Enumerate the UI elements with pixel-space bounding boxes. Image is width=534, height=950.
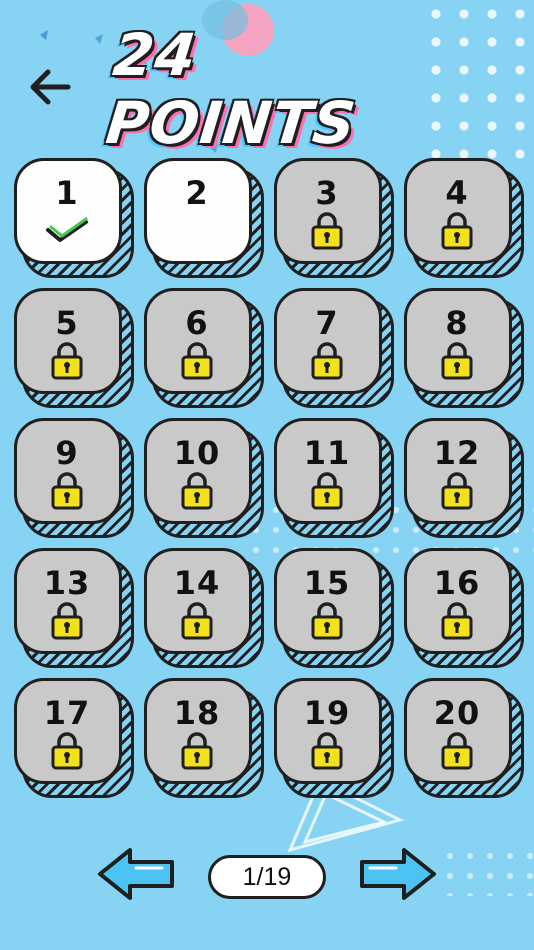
level-tile-4[interactable]: 4 <box>404 158 524 278</box>
back-arrow-icon[interactable] <box>24 62 84 112</box>
lock-icon <box>181 732 213 770</box>
level-tile-12[interactable]: 12 <box>404 418 524 538</box>
level-number: 18 <box>173 694 221 732</box>
lock-icon <box>441 472 473 510</box>
level-number: 11 <box>303 434 351 472</box>
level-number: 14 <box>173 564 221 602</box>
level-number: 2 <box>185 174 209 212</box>
lock-icon <box>441 212 473 250</box>
level-tile-15[interactable]: 15 <box>274 548 394 668</box>
level-tile-11[interactable]: 11 <box>274 418 394 538</box>
lock-icon <box>311 472 343 510</box>
level-tile-3[interactable]: 3 <box>274 158 394 278</box>
level-tile-1[interactable]: 1 <box>14 158 134 278</box>
level-number: 4 <box>445 174 469 212</box>
level-tile-10[interactable]: 10 <box>144 418 264 538</box>
level-tile-20[interactable]: 20 <box>404 678 524 798</box>
level-number: 19 <box>303 694 351 732</box>
level-tile-19[interactable]: 19 <box>274 678 394 798</box>
lock-icon <box>51 342 83 380</box>
level-number: 20 <box>433 694 481 732</box>
level-number: 8 <box>445 304 469 342</box>
level-number: 12 <box>433 434 481 472</box>
level-tile-17[interactable]: 17 <box>14 678 134 798</box>
dot-pattern-decoration <box>440 846 534 896</box>
level-tile-14[interactable]: 14 <box>144 548 264 668</box>
level-tile-7[interactable]: 7 <box>274 288 394 408</box>
page-title: 24 POINTS <box>102 21 360 157</box>
lock-icon <box>51 472 83 510</box>
level-tile-6[interactable]: 6 <box>144 288 264 408</box>
lock-icon <box>311 732 343 770</box>
lock-icon <box>441 342 473 380</box>
lock-icon <box>441 732 473 770</box>
level-tile-5[interactable]: 5 <box>14 288 134 408</box>
level-tile-18[interactable]: 18 <box>144 678 264 798</box>
level-tile-9[interactable]: 9 <box>14 418 134 538</box>
lock-icon <box>181 472 213 510</box>
lock-icon <box>51 732 83 770</box>
level-number: 15 <box>303 564 351 602</box>
level-tile-16[interactable]: 16 <box>404 548 524 668</box>
level-number: 17 <box>43 694 91 732</box>
level-tile-13[interactable]: 13 <box>14 548 134 668</box>
left-arrow-icon[interactable] <box>96 846 178 902</box>
level-number: 1 <box>55 174 79 212</box>
level-number: 10 <box>173 434 221 472</box>
level-number: 16 <box>433 564 481 602</box>
level-number: 9 <box>55 434 79 472</box>
lock-icon <box>181 602 213 640</box>
checkmark-icon <box>46 217 88 242</box>
level-number: 6 <box>185 304 209 342</box>
lock-icon <box>51 602 83 640</box>
level-tile-8[interactable]: 8 <box>404 288 524 408</box>
right-arrow-icon[interactable] <box>356 846 438 902</box>
lock-icon <box>181 342 213 380</box>
lock-icon <box>311 602 343 640</box>
level-number: 13 <box>43 564 91 602</box>
level-number: 7 <box>315 304 339 342</box>
lock-icon <box>441 602 473 640</box>
page-indicator: 1/19 <box>208 855 326 899</box>
lock-icon <box>311 212 343 250</box>
level-tile-2[interactable]: 2 <box>144 158 264 278</box>
level-number: 3 <box>315 174 339 212</box>
lock-icon <box>311 342 343 380</box>
level-number: 5 <box>55 304 79 342</box>
